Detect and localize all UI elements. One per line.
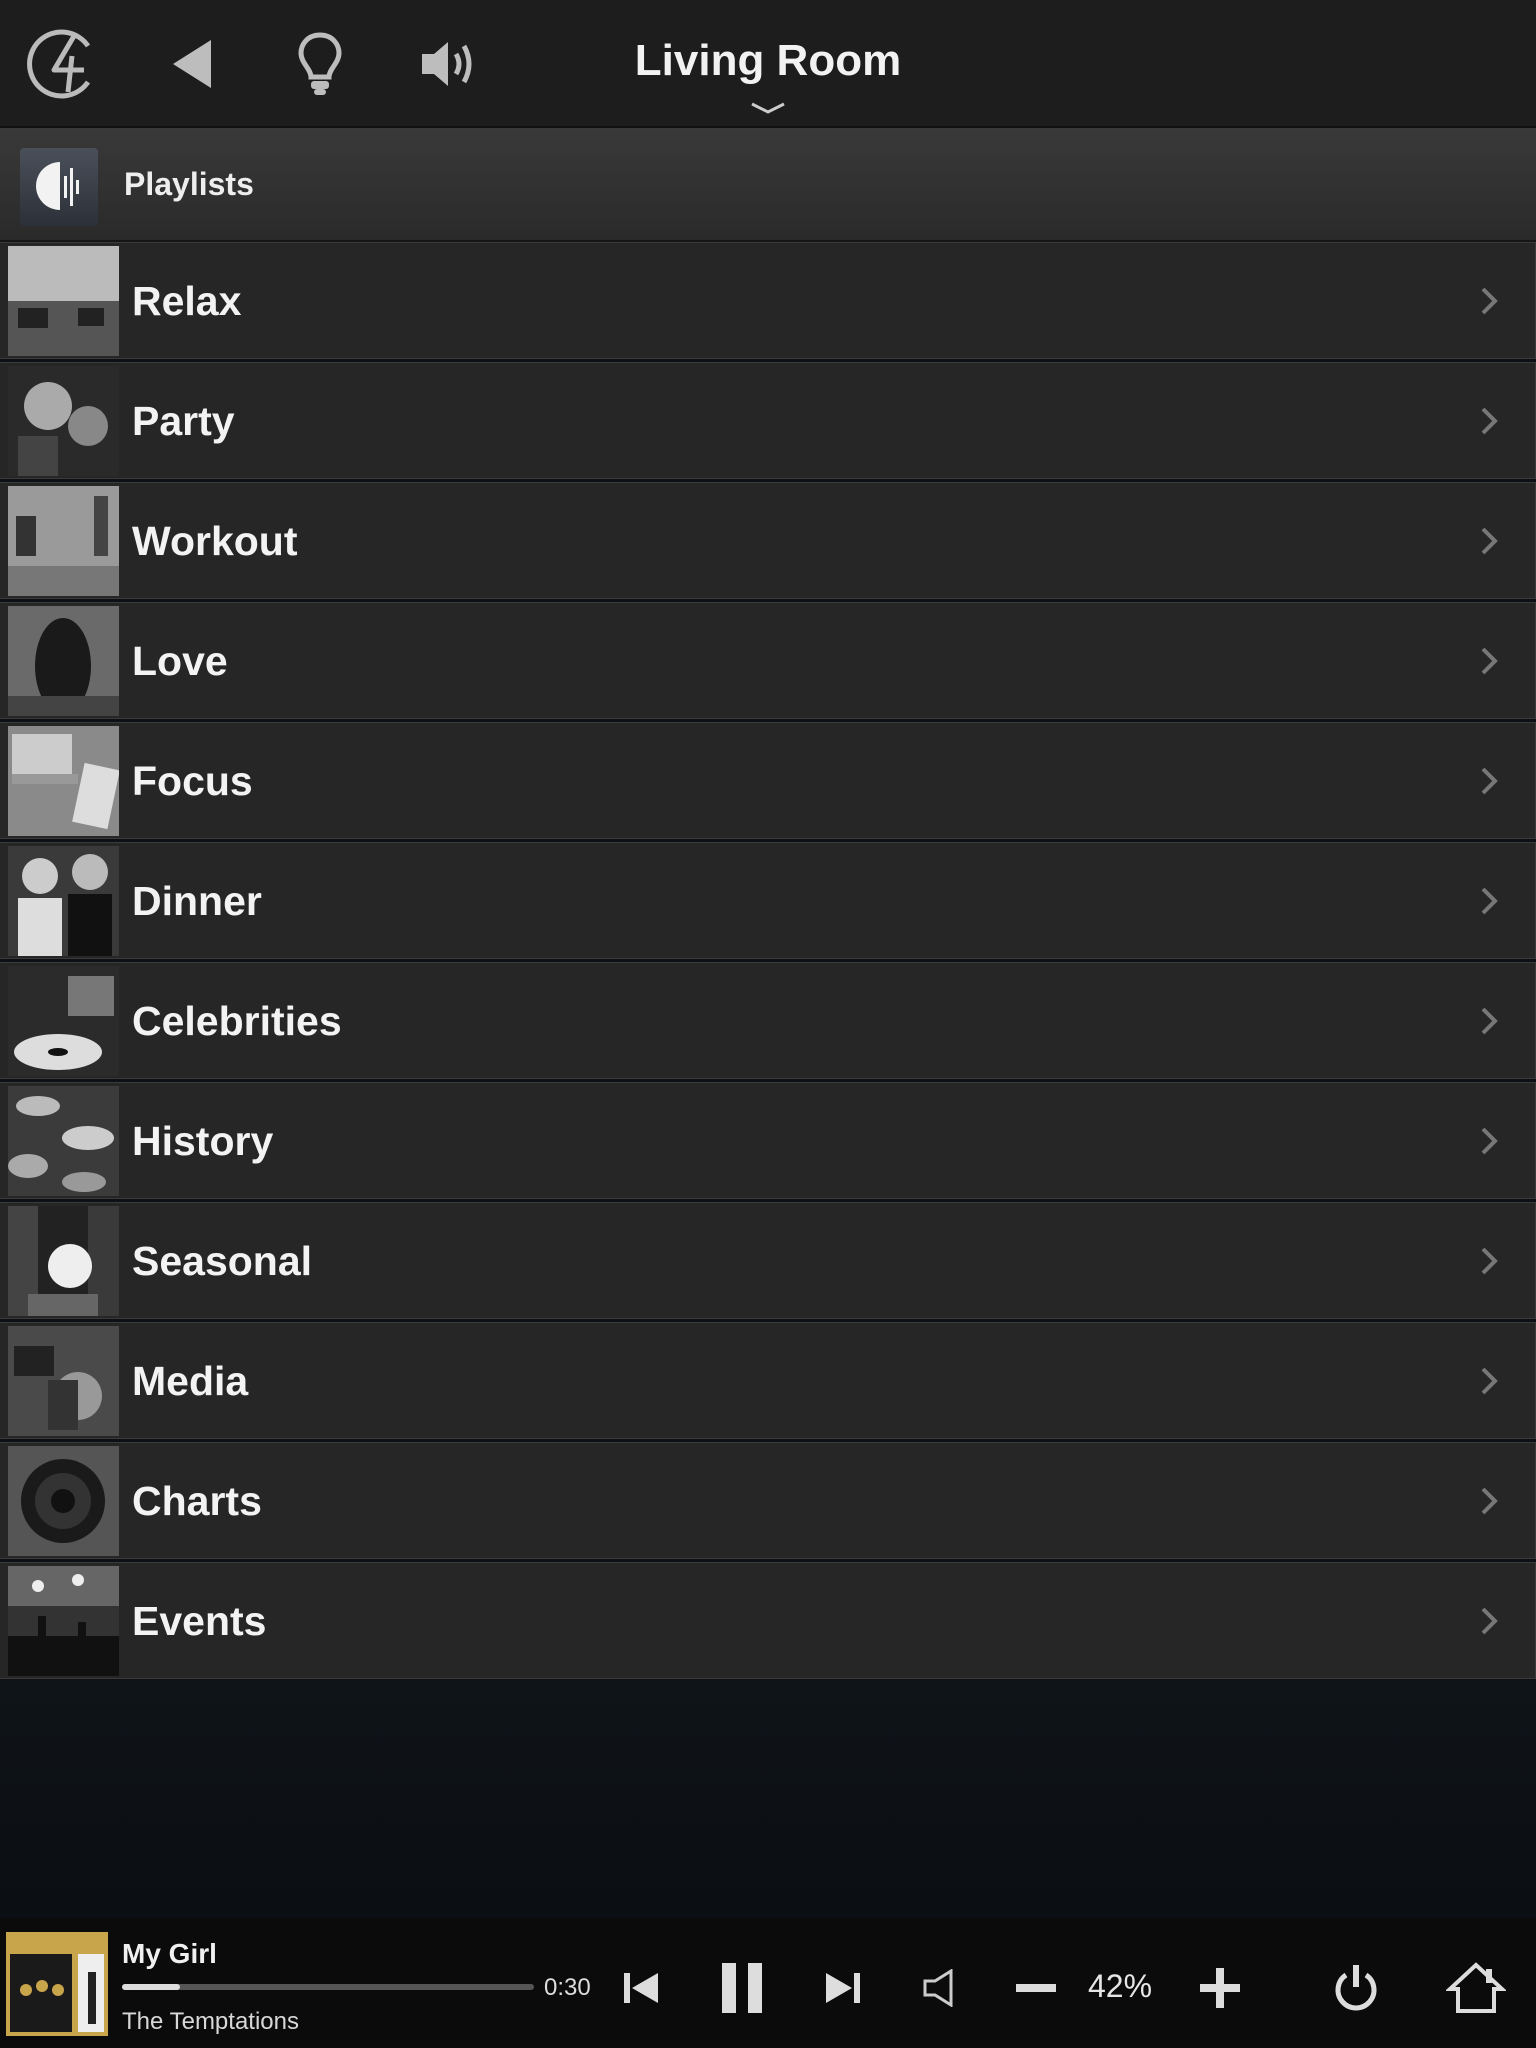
chevron-right-icon — [1479, 765, 1499, 797]
mute-icon[interactable] — [908, 1956, 972, 2020]
chevron-right-icon — [1479, 405, 1499, 437]
list-item-label: Events — [132, 1598, 267, 1644]
list-item-label: Love — [132, 638, 228, 684]
chevron-right-icon — [1479, 645, 1499, 677]
playlist-thumbnail — [8, 606, 119, 716]
playlist-thumbnail — [8, 1086, 119, 1196]
list-item-label: Party — [132, 398, 235, 444]
track-artist: The Temptations — [122, 2008, 299, 2035]
list-item[interactable]: Seasonal — [0, 1202, 1536, 1319]
progress-bar[interactable] — [122, 1984, 534, 1990]
next-track-icon[interactable] — [810, 1956, 874, 2020]
section-title: Playlists — [124, 166, 254, 202]
list-item-label: Workout — [132, 518, 298, 564]
playlist-thumbnail — [8, 246, 119, 356]
pause-icon[interactable] — [710, 1956, 774, 2020]
chevron-right-icon — [1479, 1365, 1499, 1397]
chevron-down-icon[interactable] — [748, 98, 788, 118]
previous-track-icon[interactable] — [610, 1956, 674, 2020]
list-item[interactable]: Party — [0, 362, 1536, 479]
playlist-thumbnail — [8, 726, 119, 836]
list-item-label: Focus — [132, 758, 253, 804]
home-icon[interactable] — [1444, 1956, 1508, 2020]
playlist-thumbnail — [8, 1326, 119, 1436]
list-item-label: History — [132, 1118, 274, 1164]
playlists-icon — [20, 148, 98, 226]
chevron-right-icon — [1479, 1245, 1499, 1277]
list-item-label: Seasonal — [132, 1238, 313, 1284]
playlist-thumbnail — [8, 1446, 119, 1556]
playlist-list: Relax Party Workout Love Focus Dinner Ce… — [0, 242, 1536, 1682]
list-item-label: Charts — [132, 1478, 262, 1524]
playlist-thumbnail — [8, 966, 119, 1076]
volume-up-icon[interactable] — [1188, 1956, 1252, 2020]
empty-area — [0, 1680, 1536, 1918]
list-item[interactable]: Events — [0, 1562, 1536, 1679]
album-art[interactable] — [6, 1932, 108, 2036]
progress-fill — [122, 1984, 180, 1990]
list-item-label: Celebrities — [132, 998, 342, 1044]
elapsed-time: 0:30 — [544, 1974, 591, 2001]
chevron-right-icon — [1479, 1125, 1499, 1157]
chevron-right-icon — [1479, 1605, 1499, 1637]
list-item[interactable]: Focus — [0, 722, 1536, 839]
playlist-thumbnail — [8, 846, 119, 956]
power-icon[interactable] — [1324, 1956, 1388, 2020]
chevron-right-icon — [1479, 285, 1499, 317]
volume-down-icon[interactable] — [1004, 1956, 1068, 2020]
now-playing-bar: My Girl 0:30 The Temptations 42% — [0, 1918, 1536, 2048]
list-item[interactable]: Relax — [0, 242, 1536, 359]
chevron-right-icon — [1479, 1005, 1499, 1037]
volume-level: 42% — [1088, 1968, 1153, 2004]
list-item[interactable]: Love — [0, 602, 1536, 719]
playlist-thumbnail — [8, 486, 119, 596]
chevron-right-icon — [1479, 885, 1499, 917]
list-item[interactable]: Workout — [0, 482, 1536, 599]
chevron-right-icon — [1479, 525, 1499, 557]
list-item[interactable]: Celebrities — [0, 962, 1536, 1079]
list-item[interactable]: History — [0, 1082, 1536, 1199]
chevron-right-icon — [1479, 1485, 1499, 1517]
list-item[interactable]: Dinner — [0, 842, 1536, 959]
room-title[interactable]: Living Room — [0, 36, 1536, 86]
section-header: Playlists — [0, 128, 1536, 242]
playlist-thumbnail — [8, 1566, 119, 1676]
track-title: My Girl — [122, 1938, 217, 1969]
list-item-label: Dinner — [132, 878, 262, 924]
list-item[interactable]: Media — [0, 1322, 1536, 1439]
list-item-label: Media — [132, 1358, 249, 1404]
top-bar: Living Room — [0, 0, 1536, 128]
list-item-label: Relax — [132, 278, 242, 324]
playlist-thumbnail — [8, 1206, 119, 1316]
list-item[interactable]: Charts — [0, 1442, 1536, 1559]
playlist-thumbnail — [8, 366, 119, 476]
